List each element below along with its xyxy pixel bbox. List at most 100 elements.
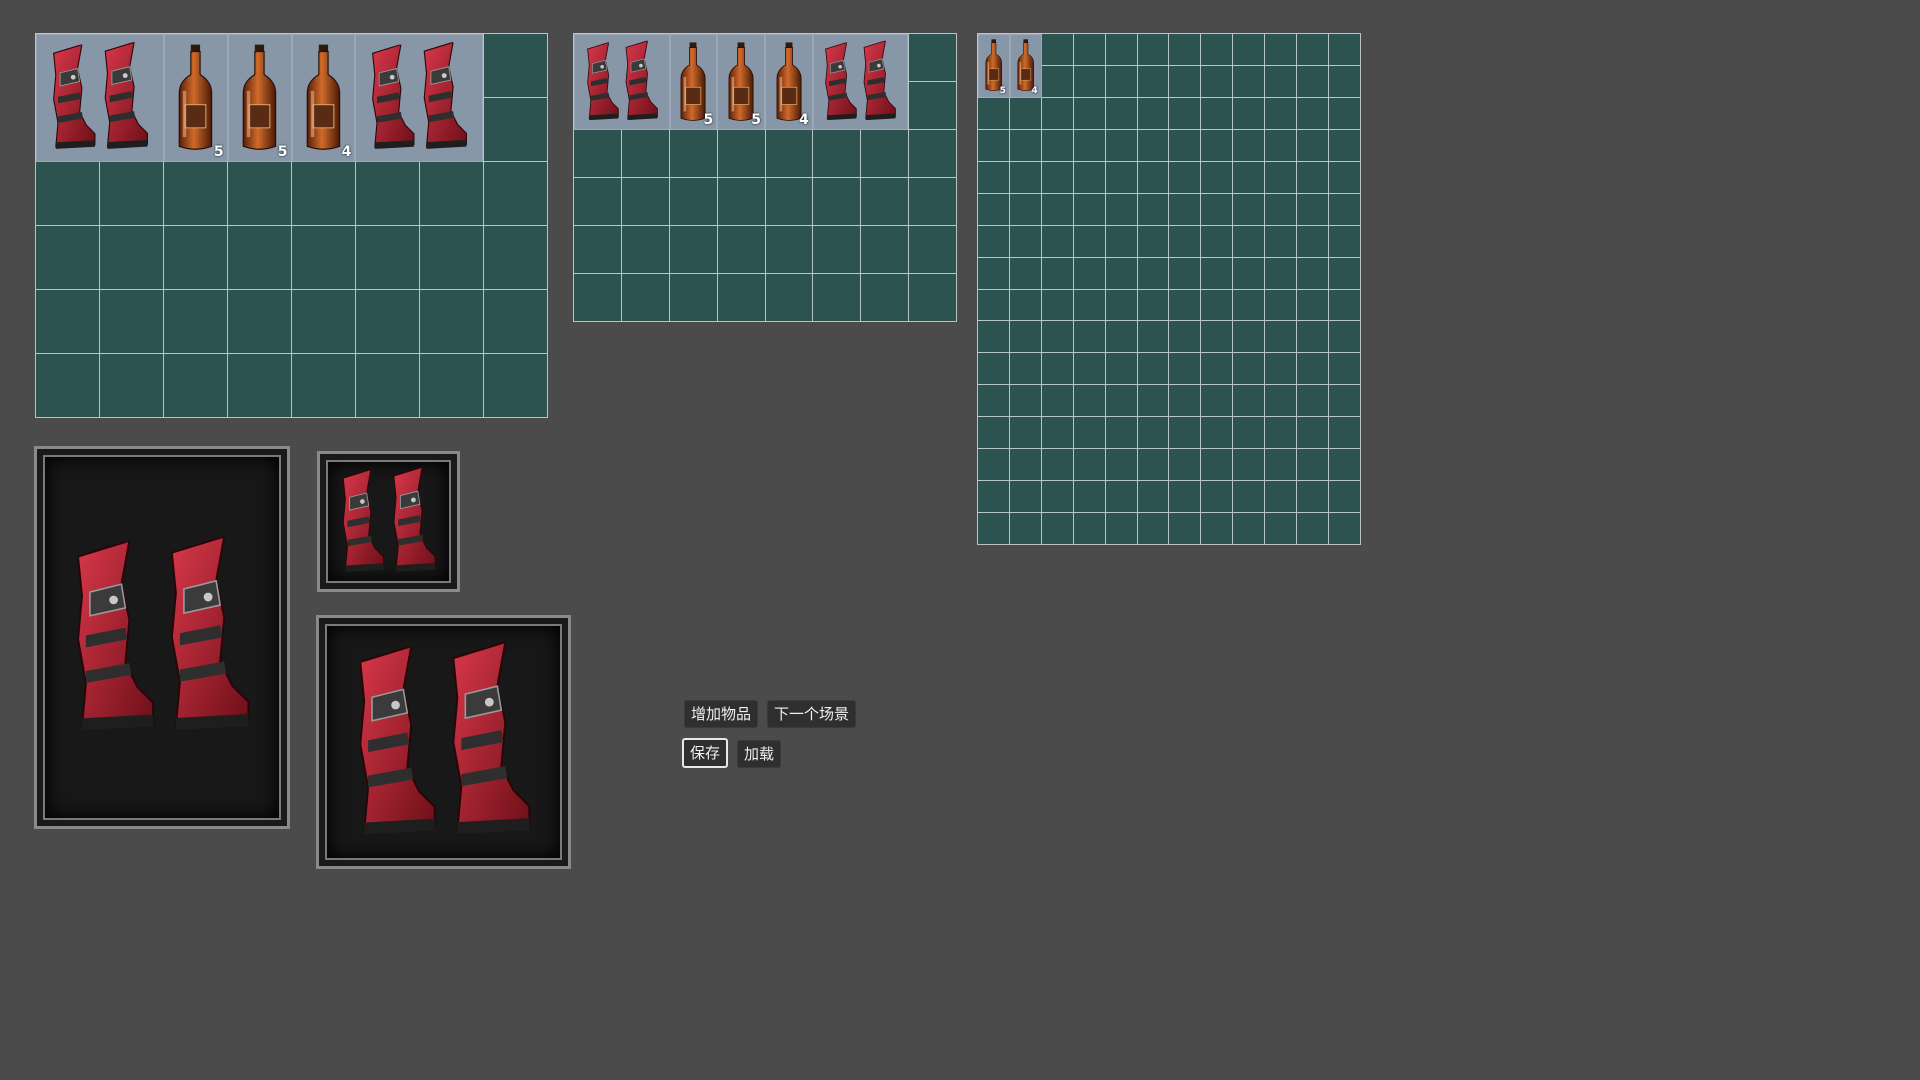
inventory-slot[interactable] xyxy=(1041,161,1073,193)
inventory-slot[interactable] xyxy=(1041,481,1073,513)
inventory-slot[interactable] xyxy=(1105,289,1137,321)
inventory-slot[interactable] xyxy=(356,290,419,353)
inventory-slot[interactable] xyxy=(1009,193,1041,225)
inventory-slot[interactable] xyxy=(36,290,99,353)
inventory-slot[interactable] xyxy=(1233,161,1265,193)
inventory-slot[interactable] xyxy=(1073,129,1105,161)
inventory-slot[interactable] xyxy=(356,354,419,417)
inventory-slot[interactable] xyxy=(621,130,669,177)
inventory-slot[interactable] xyxy=(1073,193,1105,225)
inventory-slot[interactable] xyxy=(1265,129,1297,161)
inventory-slot[interactable] xyxy=(1233,417,1265,449)
inventory-slot[interactable] xyxy=(292,354,355,417)
inventory-slot[interactable] xyxy=(978,257,1009,289)
inventory-slot[interactable] xyxy=(978,225,1009,257)
inventory-slot[interactable] xyxy=(1201,289,1233,321)
inventory-slot[interactable] xyxy=(621,178,669,225)
inventory-slot[interactable] xyxy=(813,226,861,273)
inventory-slot[interactable] xyxy=(1169,449,1201,481)
inventory-slot[interactable] xyxy=(1009,481,1041,513)
inventory-slot[interactable] xyxy=(978,289,1009,321)
inventory-slot[interactable] xyxy=(1265,321,1297,353)
inventory-slot[interactable] xyxy=(164,226,227,289)
inventory-slot[interactable] xyxy=(1169,193,1201,225)
inventory-slot[interactable] xyxy=(1009,513,1041,544)
inventory-slot[interactable] xyxy=(1233,34,1265,65)
inventory-slot[interactable] xyxy=(1169,161,1201,193)
inventory-slot[interactable] xyxy=(1265,417,1297,449)
inventory-slot[interactable] xyxy=(1041,129,1073,161)
inventory-slot[interactable] xyxy=(1073,321,1105,353)
inventory-slot[interactable] xyxy=(1265,385,1297,417)
inventory-grid-large[interactable]: 5 5 4 xyxy=(35,33,548,418)
inventory-slot[interactable] xyxy=(1201,65,1233,97)
inventory-slot[interactable] xyxy=(1137,65,1169,97)
inventory-slot[interactable] xyxy=(1265,513,1297,544)
inventory-slot[interactable] xyxy=(1297,65,1329,97)
inventory-slot[interactable] xyxy=(1329,161,1360,193)
inventory-slot[interactable] xyxy=(1105,385,1137,417)
inventory-slot[interactable] xyxy=(1329,129,1360,161)
inventory-slot[interactable] xyxy=(1041,321,1073,353)
inventory-slot[interactable] xyxy=(356,162,419,225)
inventory-slot[interactable] xyxy=(1265,481,1297,513)
inventory-slot[interactable] xyxy=(1105,481,1137,513)
inventory-slot[interactable] xyxy=(1137,353,1169,385)
inventory-item[interactable] xyxy=(36,34,164,162)
inventory-slot[interactable] xyxy=(1137,34,1169,65)
inventory-slot[interactable] xyxy=(909,274,956,321)
inventory-slot[interactable] xyxy=(1169,65,1201,97)
inventory-slot[interactable] xyxy=(1265,193,1297,225)
inventory-slot[interactable] xyxy=(1169,289,1201,321)
equip-slot-small[interactable] xyxy=(317,451,460,592)
inventory-slot[interactable] xyxy=(574,130,621,177)
inventory-slot[interactable] xyxy=(1201,129,1233,161)
inventory-slot[interactable] xyxy=(1169,353,1201,385)
inventory-slot[interactable] xyxy=(1297,161,1329,193)
inventory-slot[interactable] xyxy=(1265,257,1297,289)
inventory-slot[interactable] xyxy=(1265,289,1297,321)
inventory-slot[interactable] xyxy=(484,354,547,417)
inventory-slot[interactable] xyxy=(1105,321,1137,353)
inventory-slot[interactable] xyxy=(1329,65,1360,97)
inventory-slot[interactable] xyxy=(1041,97,1073,129)
inventory-slot[interactable] xyxy=(717,274,765,321)
inventory-slot[interactable] xyxy=(1297,289,1329,321)
inventory-slot[interactable] xyxy=(1201,449,1233,481)
inventory-slot[interactable] xyxy=(909,130,956,177)
inventory-slot[interactable] xyxy=(420,354,483,417)
inventory-slot[interactable] xyxy=(1105,353,1137,385)
inventory-slot[interactable] xyxy=(1297,449,1329,481)
inventory-slot[interactable] xyxy=(1137,225,1169,257)
inventory-slot[interactable] xyxy=(861,178,909,225)
inventory-slot[interactable] xyxy=(1137,289,1169,321)
inventory-slot[interactable] xyxy=(420,226,483,289)
inventory-slot[interactable] xyxy=(1041,193,1073,225)
inventory-slot[interactable] xyxy=(861,130,909,177)
inventory-slot[interactable] xyxy=(1105,34,1137,65)
inventory-slot[interactable] xyxy=(1105,449,1137,481)
inventory-slot[interactable] xyxy=(861,274,909,321)
add-item-button[interactable]: 增加物品 xyxy=(684,700,759,728)
inventory-slot[interactable] xyxy=(1009,321,1041,353)
inventory-slot[interactable] xyxy=(1201,225,1233,257)
inventory-item[interactable]: 4 xyxy=(1009,34,1042,98)
inventory-slot[interactable] xyxy=(978,481,1009,513)
inventory-slot[interactable] xyxy=(1233,353,1265,385)
inventory-slot[interactable] xyxy=(1073,289,1105,321)
inventory-slot[interactable] xyxy=(1233,385,1265,417)
inventory-slot[interactable] xyxy=(1297,385,1329,417)
inventory-item[interactable] xyxy=(812,34,909,130)
inventory-slot[interactable] xyxy=(1233,481,1265,513)
equip-slot-medium[interactable] xyxy=(316,615,571,869)
inventory-slot[interactable] xyxy=(669,130,717,177)
inventory-slot[interactable] xyxy=(1329,225,1360,257)
inventory-item[interactable]: 5 xyxy=(669,34,718,130)
inventory-item[interactable] xyxy=(355,34,484,162)
inventory-item[interactable]: 5 xyxy=(227,34,292,162)
inventory-slot[interactable] xyxy=(1137,257,1169,289)
inventory-slot[interactable] xyxy=(978,513,1009,544)
inventory-slot[interactable] xyxy=(1137,481,1169,513)
inventory-slot[interactable] xyxy=(1073,161,1105,193)
inventory-slot[interactable] xyxy=(978,353,1009,385)
